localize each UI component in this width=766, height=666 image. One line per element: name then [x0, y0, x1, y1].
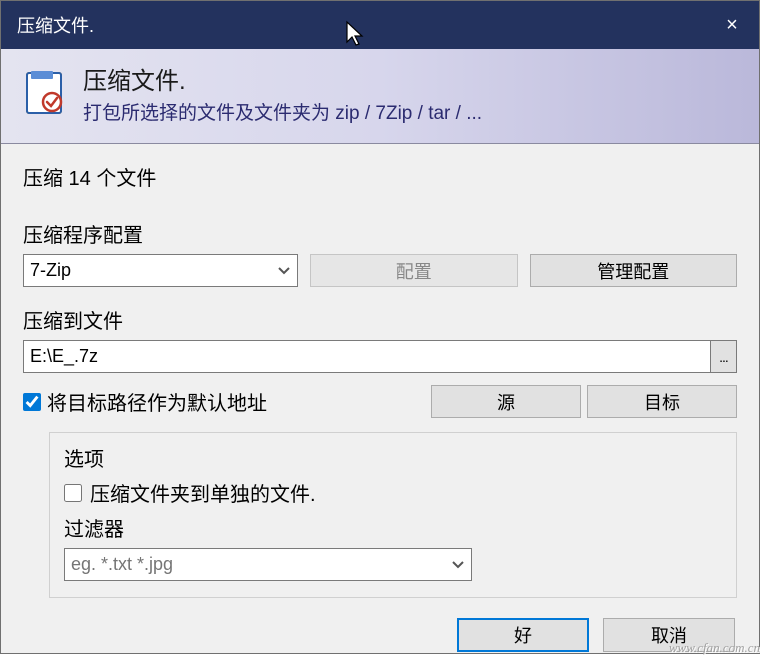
options-group: 选项 压缩文件夹到单独的文件. 过滤器 — [49, 432, 737, 598]
header-subtitle: 打包所选择的文件及文件夹为 zip / 7Zip / tar / ... — [83, 98, 482, 125]
dialog-window: 压缩文件. × 压缩文件. 打包所选择的文件及文件夹为 zip / 7Zip /… — [0, 0, 760, 654]
cancel-button[interactable]: 取消 — [603, 618, 735, 652]
status-text: 压缩 14 个文件 — [23, 162, 737, 191]
default-path-label: 将目标路径作为默认地址 — [47, 387, 425, 416]
target-path-input[interactable] — [23, 340, 711, 373]
ok-button[interactable]: 好 — [457, 618, 589, 652]
window-title: 压缩文件. — [17, 12, 94, 38]
options-title: 选项 — [64, 443, 722, 472]
close-icon: × — [726, 14, 738, 37]
packer-label: 压缩程序配置 — [23, 219, 737, 248]
header-title: 压缩文件. — [83, 61, 482, 96]
target-button[interactable]: 目标 — [587, 385, 737, 418]
filter-title: 过滤器 — [64, 513, 722, 542]
dialog-header: 压缩文件. 打包所选择的文件及文件夹为 zip / 7Zip / tar / .… — [1, 49, 759, 144]
separate-files-label: 压缩文件夹到单独的文件. — [90, 478, 316, 507]
configure-button: 配置 — [310, 254, 518, 287]
target-label: 压缩到文件 — [23, 305, 737, 334]
default-path-checkbox[interactable] — [23, 393, 41, 411]
archive-icon — [19, 67, 69, 117]
filter-input[interactable] — [64, 548, 472, 581]
browse-button[interactable]: ... — [711, 340, 737, 373]
dialog-content: 压缩 14 个文件 压缩程序配置 配置 管理配置 压缩到文件 ... 将目标路径… — [1, 144, 759, 608]
close-button[interactable]: × — [705, 1, 759, 49]
separate-files-checkbox[interactable] — [64, 484, 82, 502]
titlebar[interactable]: 压缩文件. × — [1, 1, 759, 49]
packer-select[interactable] — [23, 254, 298, 287]
dialog-footer: 好 取消 — [1, 608, 759, 666]
source-button[interactable]: 源 — [431, 385, 581, 418]
manage-config-button[interactable]: 管理配置 — [530, 254, 738, 287]
